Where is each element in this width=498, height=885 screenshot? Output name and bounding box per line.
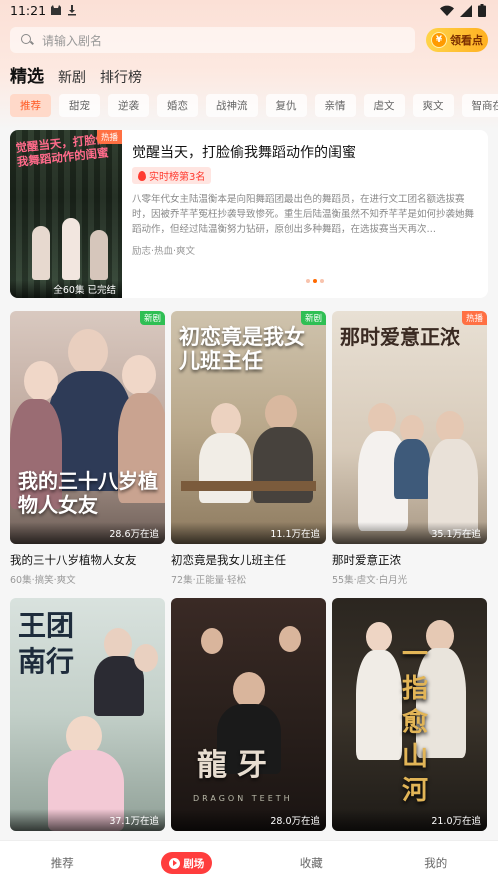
view-count: 28.0万在追	[171, 809, 326, 831]
view-count: 37.1万在追	[10, 809, 165, 831]
new-badge: 新剧	[139, 311, 165, 325]
view-count: 21.0万在追	[332, 809, 487, 831]
cover-title: 我的三十八岁植物人女友	[18, 469, 158, 517]
carousel-dot	[320, 279, 324, 283]
nav-theater-pill: 剧场	[161, 852, 213, 874]
drama-cover[interactable]: 初恋竟是我女儿班主任 新剧 11.1万在追	[171, 311, 326, 544]
flame-icon	[138, 170, 146, 181]
chip-revenge[interactable]: 复仇	[265, 94, 307, 117]
hot-badge: 热播	[461, 311, 487, 325]
hot-badge: 热播	[96, 130, 122, 144]
cover-title: 王团南行	[18, 609, 75, 678]
nav-favorites-label: 收藏	[299, 856, 323, 870]
status-icons	[440, 4, 486, 20]
chip-sweet[interactable]: 甜宠	[59, 94, 100, 117]
drama-cover[interactable]: 龍牙 DRAGON TEETH 28.0万在追	[171, 598, 326, 831]
chip-family[interactable]: 亲情	[314, 94, 356, 117]
drama-meta: 60集·搞笑·爽文	[10, 575, 76, 586]
category-chips: 推荐 甜宠 逆袭 婚恋 战神流 复仇 亲情 虐文 爽文 智商在线	[10, 94, 498, 118]
drama-card[interactable]: 新剧 我的三十八岁植物人女友 28.6万在追 我的三十八岁植物人女友 60集·搞…	[10, 311, 165, 586]
drama-card[interactable]: 一指愈山河 21.0万在追	[332, 598, 487, 831]
view-count: 11.1万在追	[171, 522, 326, 544]
earn-points-button[interactable]: ¥ 领看点	[426, 28, 488, 52]
wifi-icon	[440, 5, 454, 20]
nav-recommend-label: 推荐	[50, 856, 74, 870]
signal-icon	[460, 4, 472, 20]
drama-cover[interactable]: 一指愈山河 21.0万在追	[332, 598, 487, 831]
coin-icon: ¥	[431, 32, 447, 48]
chip-angst[interactable]: 虐文	[363, 94, 405, 117]
play-icon	[169, 857, 181, 869]
drama-card[interactable]: 龍牙 DRAGON TEETH 28.0万在追	[171, 598, 326, 831]
poster-figure	[62, 218, 80, 280]
poster-figure	[32, 226, 50, 280]
tab-ranking[interactable]: 排行榜	[100, 67, 142, 87]
featured-card[interactable]: 觉醒当天，打脸偷我舞蹈动作的闺蜜 热播 全60集 已完结 觉醒当天，打脸偷我舞蹈…	[10, 130, 488, 298]
nav-theater-label: 剧场	[183, 857, 205, 870]
chip-recommend[interactable]: 推荐	[10, 94, 51, 117]
drama-cover[interactable]: 那时爱意正浓 热播 35.1万在追	[332, 311, 487, 544]
chip-satisfying[interactable]: 爽文	[412, 94, 454, 117]
featured-poster[interactable]: 觉醒当天，打脸偷我舞蹈动作的闺蜜 热播 全60集 已完结	[10, 130, 122, 298]
battery-icon	[478, 4, 486, 20]
drama-card[interactable]: 那时爱意正浓 热播 35.1万在追 那时爱意正浓 55集·虐文·白月光	[332, 311, 487, 586]
download-icon	[66, 4, 78, 20]
search-icon	[20, 33, 34, 47]
chip-smart[interactable]: 智商在线	[461, 94, 498, 117]
rank-badge: 实时榜第3名	[132, 167, 212, 184]
cover-subtitle: DRAGON TEETH	[193, 794, 293, 803]
search-placeholder: 请输入剧名	[42, 33, 103, 48]
drama-cover[interactable]: 王团南行 37.1万在追	[10, 598, 165, 831]
carousel-dot-active	[313, 279, 317, 283]
nav-mine[interactable]: 我的	[374, 841, 498, 885]
view-count: 35.1万在追	[332, 522, 487, 544]
view-count: 28.6万在追	[10, 522, 165, 544]
episode-info: 全60集 已完结	[10, 280, 122, 298]
main-tabs: 精选 新剧 排行榜	[10, 62, 142, 87]
chip-marriage[interactable]: 婚恋	[157, 94, 198, 117]
nav-theater[interactable]: 剧场	[125, 841, 250, 885]
tab-new[interactable]: 新剧	[58, 67, 86, 87]
cover-title: 一指愈山河	[402, 640, 429, 806]
drama-name: 那时爱意正浓	[332, 553, 401, 567]
poster-figure	[90, 230, 108, 280]
tab-featured[interactable]: 精选	[10, 62, 44, 87]
carousel-dot	[306, 279, 310, 283]
rank-text: 实时榜第3名	[149, 172, 206, 183]
drama-name: 初恋竟是我女儿班主任	[171, 553, 286, 567]
bottom-nav: 推荐 剧场 收藏 我的	[0, 840, 498, 885]
nav-recommend[interactable]: 推荐	[0, 841, 125, 885]
featured-tags: 励志·热血·爽文	[132, 246, 196, 257]
nav-favorites[interactable]: 收藏	[249, 841, 374, 885]
featured-description: 八零年代女主陆温衡本是向阳舞蹈团最出色的舞蹈员，在进行文工团名额选拔赛时，因被乔…	[132, 194, 475, 235]
chip-counterattack[interactable]: 逆袭	[108, 94, 149, 117]
drama-card[interactable]: 初恋竟是我女儿班主任 新剧 11.1万在追 初恋竟是我女儿班主任 72集·正能量…	[171, 311, 326, 586]
status-bar: 11:21	[0, 0, 498, 22]
drama-name: 我的三十八岁植物人女友	[10, 553, 137, 567]
new-badge: 新剧	[300, 311, 326, 325]
cover-title: 初恋竟是我女儿班主任	[179, 325, 305, 373]
nav-mine-label: 我的	[424, 856, 448, 870]
cover-title: 那时爱意正浓	[340, 325, 460, 349]
drama-cover[interactable]: 新剧 我的三十八岁植物人女友 28.6万在追	[10, 311, 165, 544]
featured-title: 觉醒当天，打脸偷我舞蹈动作的闺蜜	[132, 145, 356, 161]
search-input[interactable]: 请输入剧名	[10, 27, 415, 53]
cat-notification-icon	[50, 4, 62, 20]
carousel-indicator	[306, 279, 324, 283]
drama-meta: 55集·虐文·白月光	[332, 575, 408, 586]
drama-card[interactable]: 王团南行 37.1万在追	[10, 598, 165, 831]
drama-meta: 72集·正能量·轻松	[171, 575, 247, 586]
status-time: 11:21	[10, 3, 47, 18]
cover-title: 龍牙	[197, 748, 277, 783]
chip-war-god[interactable]: 战神流	[206, 94, 258, 117]
earn-points-label: 领看点	[450, 34, 483, 47]
